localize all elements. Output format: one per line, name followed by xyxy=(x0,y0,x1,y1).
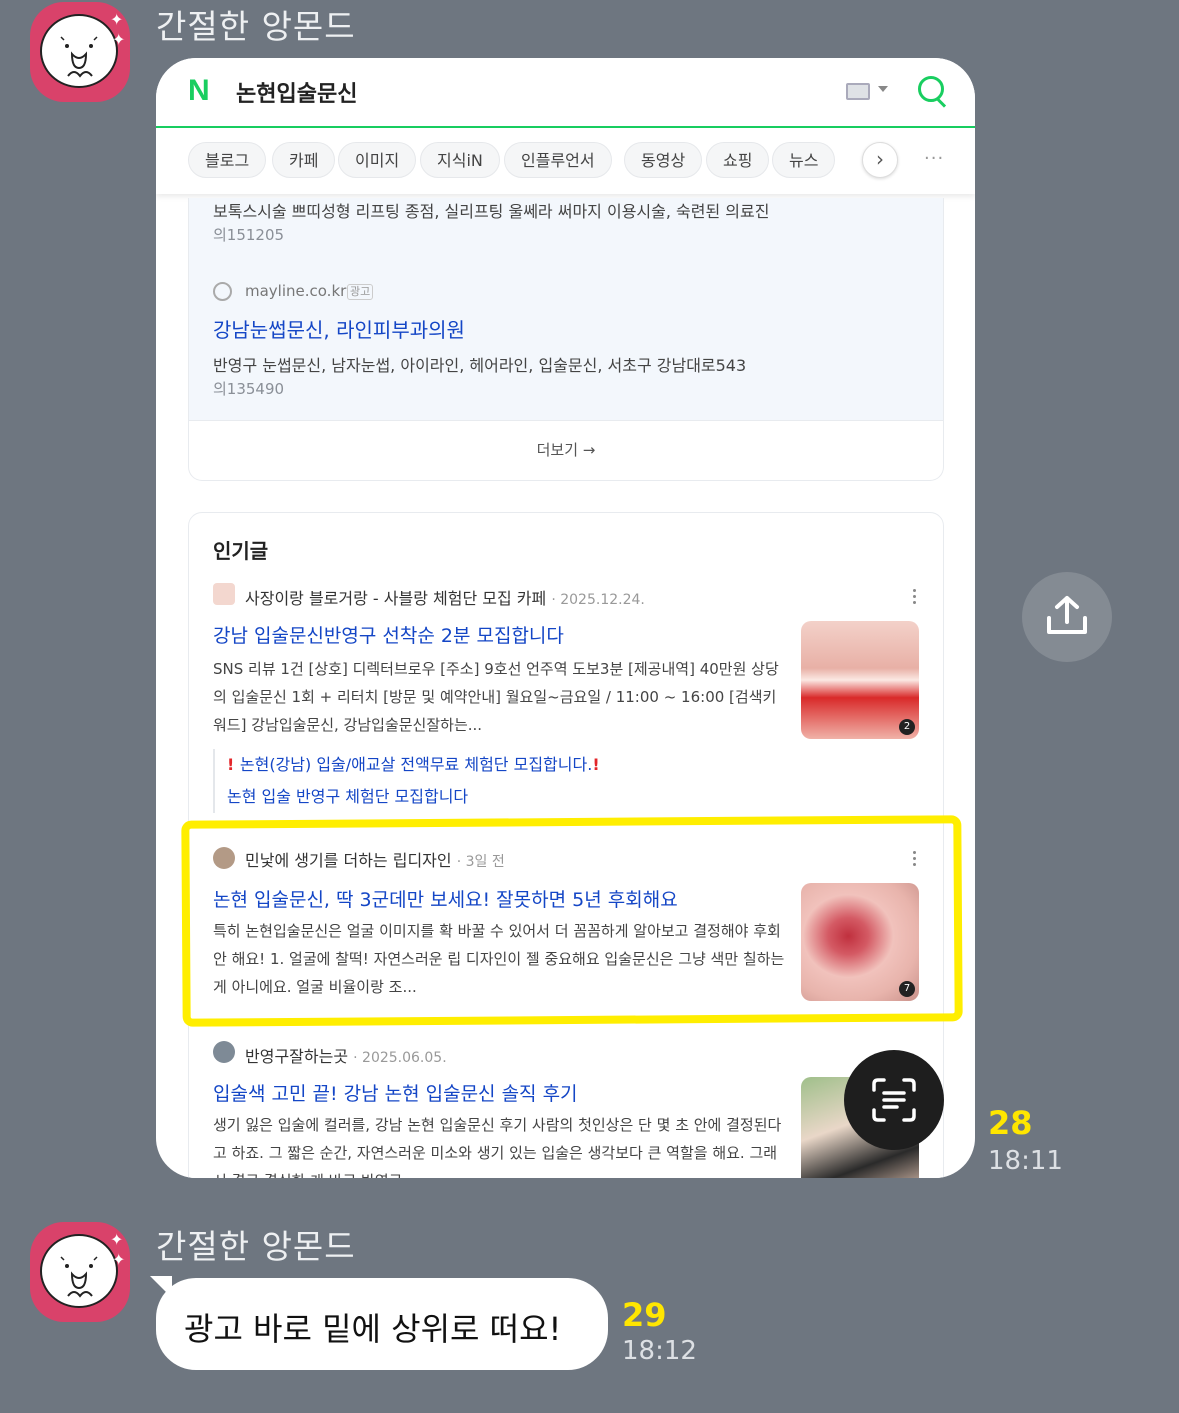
share-button[interactable] xyxy=(1022,572,1112,662)
more-dots-icon: ··· xyxy=(924,148,945,169)
cafe-icon xyxy=(213,583,235,605)
ad-tint xyxy=(189,198,943,420)
blog-avatar xyxy=(213,1041,235,1063)
tab-shopping: 쇼핑 xyxy=(706,142,770,178)
keyboard-icon xyxy=(846,83,870,100)
avatar-face-icon xyxy=(60,36,98,78)
related-link-text: 논현(강남) 입술/애교살 전액무료 체험단 모집합니다. xyxy=(239,755,593,774)
ad-sub: 의135490 xyxy=(213,380,285,398)
post-date: · 2025.12.24. xyxy=(551,592,645,608)
sparkle-icon: ✦ xyxy=(112,30,126,49)
sparkle-icon: ✦ xyxy=(110,10,124,29)
sender-name: 간절한 앙몬드 xyxy=(156,7,356,46)
ad-card: 보톡스시술 쁘띠성형 리프팅 종점, 실리프팅 울쎄라 써마지 이용시술, 숙련… xyxy=(188,198,944,481)
related-link: ! 논현(강남) 입술/애교살 전액무료 체험단 모집합니다.! xyxy=(227,755,600,774)
ad-title: 강남눈썹문신, 라인피부과의원 xyxy=(213,318,465,342)
tab-kin: 지식iN xyxy=(420,142,500,178)
message-time: 18:12 xyxy=(622,1336,697,1366)
ad-badge: 광고 xyxy=(347,284,374,300)
post-title: 강남 입술문신반영구 선착순 2분 모집합니다 xyxy=(213,625,564,647)
search-tabs: 블로그 카페 이미지 지식iN 인플루언서 동영상 쇼핑 뉴스 › ··· xyxy=(156,128,975,194)
naver-logo: N xyxy=(188,74,210,107)
post-body: SNS 리뷰 1건 [상호] 디렉터브로우 [주소] 9호선 언주역 도보3분 … xyxy=(213,660,779,734)
post-source: 반영구잘하는곳 · 2025.06.05. xyxy=(245,1043,447,1067)
search-query: 논현입술문신 xyxy=(236,82,358,107)
sender-avatar[interactable]: ✦ ✦ xyxy=(30,2,130,102)
ad-domain: mayline.co.kr xyxy=(245,282,347,300)
globe-icon xyxy=(213,282,232,301)
message-text: 광고 바로 밑에 상위로 떠요! xyxy=(184,1310,562,1348)
avatar-face-icon xyxy=(60,1256,98,1298)
share-icon xyxy=(1047,596,1087,634)
ad-sub: 의151205 xyxy=(213,226,285,244)
tab-image: 이미지 xyxy=(338,142,417,178)
tab-blog: 블로그 xyxy=(188,142,267,178)
text-scan-button[interactable] xyxy=(844,1050,944,1150)
sender-name: 간절한 앙몬드 xyxy=(156,1227,356,1266)
sparkle-icon: ✦ xyxy=(112,1250,126,1269)
ad-desc: 보톡스시술 쁘띠성형 리프팅 종점, 실리프팅 울쎄라 써마지 이용시술, 숙련… xyxy=(213,202,770,221)
photo-count: 2 xyxy=(899,719,915,735)
tab-video: 동영상 xyxy=(624,142,703,178)
message-time: 18:11 xyxy=(988,1146,1063,1176)
text-message[interactable]: 광고 바로 밑에 상위로 떠요! xyxy=(156,1278,608,1370)
chevron-right-icon: › xyxy=(862,142,898,178)
sparkle-icon: ✦ xyxy=(110,1230,124,1249)
unread-count: 28 xyxy=(988,1104,1033,1142)
tab-influencer: 인플루언서 xyxy=(504,142,612,178)
post-source: 사장이랑 블로거랑 - 사블랑 체험단 모집 카페 · 2025.12.24. xyxy=(245,585,645,609)
related-link: 논현 입술 반영구 체험단 모집합니다 xyxy=(227,787,469,806)
related-links: ! 논현(강남) 입술/애교살 전액무료 체험단 모집합니다.! 논현 입술 반… xyxy=(213,749,600,813)
sender-avatar[interactable]: ✦ ✦ xyxy=(30,1222,130,1322)
tab-news: 뉴스 xyxy=(772,142,836,178)
post-body: 생기 잃은 입술에 컬러를, 강남 논현 입술문신 후기 사람의 첫인상은 단 … xyxy=(213,1116,782,1178)
naver-search-header: N 논현입술문신 xyxy=(156,58,975,128)
post-thumbnail: 2 xyxy=(801,621,919,739)
ad-desc: 반영구 눈썹문신, 남자눈썹, 아이라인, 헤어라인, 입술문신, 서초구 강남… xyxy=(213,356,747,375)
kebab-icon xyxy=(913,589,917,607)
caret-down-icon xyxy=(878,86,888,92)
text-scan-icon xyxy=(872,1078,916,1122)
source-name: 사장이랑 블로거랑 - 사블랑 체험단 모집 카페 xyxy=(245,589,547,608)
source-name: 반영구잘하는곳 xyxy=(245,1047,349,1066)
tab-cafe: 카페 xyxy=(272,142,336,178)
post-date: · 2025.06.05. xyxy=(353,1050,447,1066)
popular-title: 인기글 xyxy=(213,539,269,563)
post-title: 입술색 고민 끝! 강남 논현 입술문신 솔직 후기 xyxy=(213,1083,578,1105)
search-icon xyxy=(918,76,944,102)
unread-count: 29 xyxy=(622,1296,667,1334)
yellow-highlight-box xyxy=(181,815,963,1027)
more-link: 더보기 → xyxy=(189,420,943,480)
